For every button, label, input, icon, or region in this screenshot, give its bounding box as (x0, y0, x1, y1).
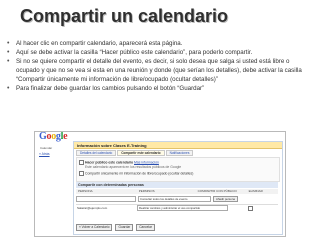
shared-person-remove[interactable] (248, 205, 253, 211)
add-person-button[interactable]: Añadir persona (213, 195, 238, 203)
bullet-icon: • (7, 84, 10, 92)
more-info-link[interactable]: Más información (134, 160, 159, 164)
google-logo: Google (39, 131, 68, 142)
tab-notifications[interactable]: Notificaciones (165, 150, 194, 157)
bullet-item: • Si no se quiere compartir el detalle de… (6, 58, 312, 84)
person-email-input[interactable] (76, 195, 136, 203)
tab-calendar-details[interactable]: Detalles del calendario (76, 150, 117, 157)
col-public: COMPARTIR CON PÚBLICO (197, 189, 237, 193)
public-label: Hacer público este calendario (85, 160, 134, 165)
shared-person-permission[interactable]: Realizar cambios y administrar el uso co… (137, 204, 228, 212)
save-button[interactable]: Guardar (115, 224, 134, 231)
col-permissions: PERMISOS (138, 189, 155, 193)
logo-letter: e (63, 131, 68, 142)
shared-person-email: Salazar@ejemplo.com (77, 205, 108, 210)
public-section: Hacer público este calendario Más inform… (76, 157, 280, 182)
permission-select[interactable]: Consultar todos los detalles de evento (138, 195, 211, 203)
public-note: Este calendario aparecerá en los resulta… (85, 165, 182, 169)
share-table-header: PERSONA PERMISOS COMPARTIR CON PÚBLICO E… (76, 189, 278, 194)
cancel-button[interactable]: Cancelar (136, 224, 155, 231)
calendar-screenshot: Google Calendar « Atrás Información sobr… (34, 131, 286, 237)
bullet-icon: • (7, 58, 10, 66)
bullet-item: • Para finalizar debe guardar los cambios… (6, 85, 312, 94)
shared-person-row: Salazar@ejemplo.com Realizar cambios y a… (76, 204, 278, 212)
back-link[interactable]: « Atrás (39, 152, 50, 156)
col-person: PERSONA (78, 189, 93, 193)
share-settings-panel: Información sobre Clases E-Training Deta… (73, 141, 283, 235)
freebusy-label: Compartir únicamente mi información de l… (85, 171, 194, 176)
panel-header: Información sobre Clases E-Training (74, 142, 282, 149)
bullet-item: • Aquí se debe activar la casilla “Hacer … (6, 49, 312, 58)
freebusy-checkbox[interactable] (79, 171, 84, 176)
bullet-icon: • (7, 49, 10, 57)
tab-bar: Detalles del calendario Compartir este c… (76, 150, 194, 157)
bullet-text: Si no se quiere compartir el detalle del… (16, 58, 302, 83)
bullet-icon: • (7, 40, 10, 47)
bullet-text: Para finalizar debe guardar los cambios … (16, 84, 205, 92)
bullet-item: • Al hacer clic en compartir calendario, … (6, 40, 312, 49)
bullet-list: • Al hacer clic en compartir calendario, … (6, 40, 312, 94)
slide-title: Compartir un calendario (20, 6, 229, 26)
panel-footer: « Volver a Calendario Guardar Cancelar (76, 224, 155, 231)
col-remove: ELIMINAR (248, 189, 263, 193)
bullet-text: Aquí se debe activar la casilla “Hacer p… (16, 49, 253, 57)
bullet-text: Al hacer clic en compartir calendario, a… (16, 40, 183, 47)
tab-share-calendar[interactable]: Compartir este calendario (117, 150, 165, 157)
public-checkbox[interactable] (79, 160, 84, 165)
add-person-row: Consultar todos los detalles de evento A… (76, 195, 278, 203)
logo-subtitle: Calendar (40, 146, 53, 150)
share-people-header: Compartir con determinadas personas (76, 182, 278, 188)
back-to-calendar-button[interactable]: « Volver a Calendario (76, 224, 113, 231)
logo-letter: G (39, 131, 47, 142)
